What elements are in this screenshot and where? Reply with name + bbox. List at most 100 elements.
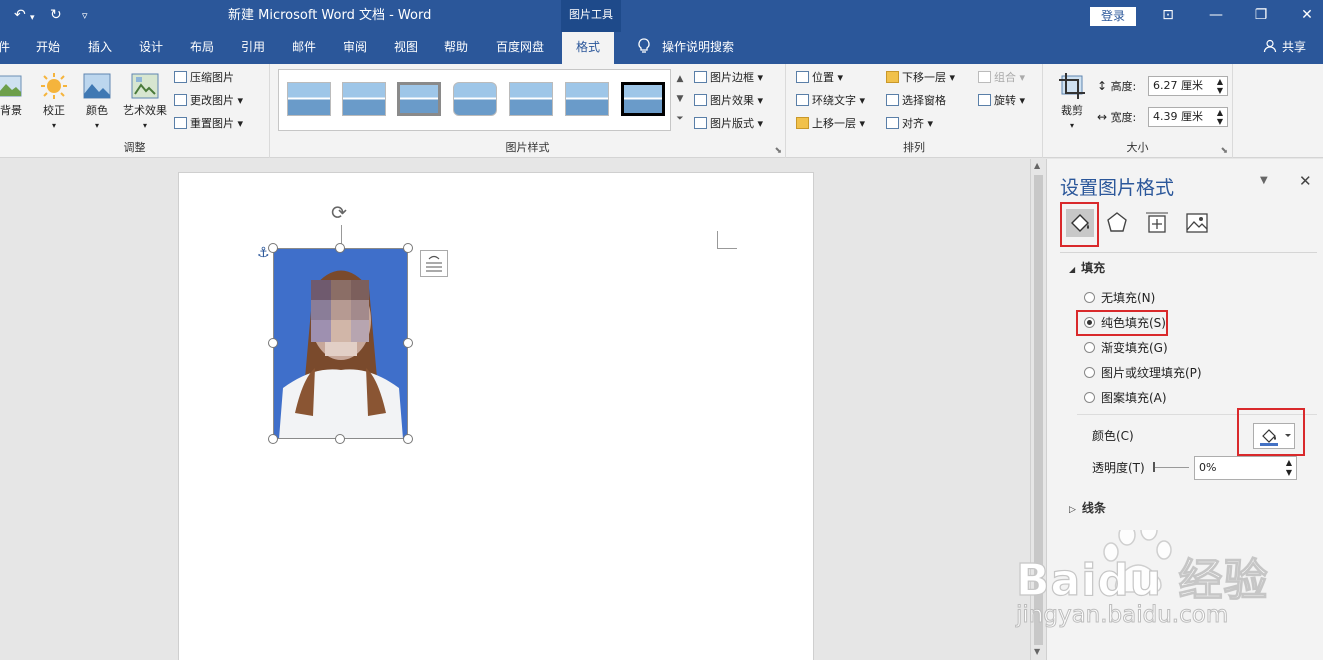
picture-texture-fill-option[interactable]: 图片或纹理填充(P): [1084, 364, 1202, 382]
style-thumb-3[interactable]: [397, 82, 441, 116]
resize-handle-top-right[interactable]: [403, 243, 413, 253]
scroll-up-icon[interactable]: ▲: [1034, 161, 1040, 170]
style-thumb-5[interactable]: [509, 82, 553, 116]
compress-pictures-button[interactable]: 压缩图片: [174, 68, 234, 88]
pattern-fill-radio[interactable]: [1084, 392, 1095, 403]
tab-format[interactable]: 格式: [562, 32, 615, 64]
group-objects-button[interactable]: 组合 ▾: [978, 68, 1025, 88]
tab-view[interactable]: 视图: [394, 32, 418, 64]
gradient-fill-radio[interactable]: [1084, 342, 1095, 353]
height-spinner-icon[interactable]: ▲ ▼: [1217, 77, 1223, 95]
rotate-button[interactable]: 旋转 ▾: [978, 91, 1025, 111]
tell-me-search[interactable]: 操作说明搜索: [662, 32, 734, 64]
picture-border-button[interactable]: 图片边框 ▾: [694, 68, 763, 88]
pane-options-icon[interactable]: ▼: [1260, 175, 1268, 186]
picture-border-label: 图片边框: [710, 71, 754, 84]
tab-home[interactable]: 开始: [36, 32, 60, 64]
ribbon: 背景 校正 ▾ 颜色 ▾ 艺术效果 ▾ 压缩图片 更改图片 ▾ 重置图片 ▾ 调整: [0, 64, 1323, 158]
position-label: 位置: [812, 71, 834, 84]
reset-picture-button[interactable]: 重置图片 ▾: [174, 114, 243, 134]
gallery-up-icon[interactable]: ▲: [671, 69, 689, 89]
gradient-fill-option[interactable]: 渐变填充(G): [1084, 339, 1168, 357]
send-backward-button[interactable]: 下移一层 ▾: [886, 68, 955, 88]
wrap-text-button[interactable]: 环绕文字 ▾: [796, 91, 865, 111]
selection-pane-button[interactable]: 选择窗格: [886, 91, 946, 111]
align-button[interactable]: 对齐 ▾: [886, 114, 933, 134]
rotate-handle-icon[interactable]: ⟳: [331, 202, 347, 224]
tab-references[interactable]: 引用: [241, 32, 265, 64]
styles-dialog-launcher-icon[interactable]: ⬊: [774, 146, 782, 156]
transparency-input[interactable]: 0% ▲ ▼: [1194, 456, 1297, 480]
pattern-fill-option[interactable]: 图案填充(A): [1084, 389, 1167, 407]
transparency-slider-thumb[interactable]: [1153, 462, 1155, 472]
picture-layout-button[interactable]: 图片版式 ▾: [694, 114, 763, 134]
resize-handle-bottom-left[interactable]: [268, 434, 278, 444]
transparency-slider[interactable]: [1153, 467, 1189, 468]
picture-effects-button[interactable]: 图片效果 ▾: [694, 91, 763, 111]
gallery-scroll[interactable]: ▲ ▼ ⏷: [671, 69, 689, 131]
restore-icon[interactable]: ❐: [1250, 5, 1272, 25]
change-picture-button[interactable]: 更改图片 ▾: [174, 91, 243, 111]
resize-handle-right[interactable]: [403, 338, 413, 348]
width-label: 宽度:: [1110, 111, 1137, 124]
tab-mailings[interactable]: 邮件: [292, 32, 316, 64]
pane-close-icon[interactable]: ✕: [1299, 172, 1312, 190]
width-input[interactable]: 4.39 厘米 ▲ ▼: [1148, 107, 1228, 127]
minimize-icon[interactable]: —: [1205, 5, 1227, 25]
tab-layout[interactable]: 布局: [190, 32, 214, 64]
close-icon[interactable]: ✕: [1296, 5, 1318, 25]
tab-design[interactable]: 设计: [139, 32, 163, 64]
no-fill-radio[interactable]: [1084, 292, 1095, 303]
tab-review[interactable]: 审阅: [343, 32, 367, 64]
document-page[interactable]: ⚓ ⟳: [178, 172, 814, 660]
selection-frame: [273, 248, 408, 439]
group-objects-icon: [978, 71, 991, 83]
picture-tab[interactable]: [1183, 209, 1211, 237]
resize-handle-top[interactable]: [335, 243, 345, 253]
ribbon-display-options-icon[interactable]: ⊡: [1157, 5, 1179, 25]
redo-icon[interactable]: ↻: [50, 6, 62, 24]
layout-options-icon[interactable]: [420, 250, 448, 277]
tab-help[interactable]: 帮助: [444, 32, 468, 64]
style-thumb-2[interactable]: [342, 82, 386, 116]
position-button[interactable]: 位置 ▾: [796, 68, 843, 88]
no-fill-option[interactable]: 无填充(N): [1084, 289, 1155, 307]
pane-divider: [1060, 252, 1317, 253]
bring-forward-button[interactable]: 上移一层 ▾: [796, 114, 865, 134]
resize-handle-left[interactable]: [268, 338, 278, 348]
effects-tab[interactable]: [1103, 209, 1131, 237]
picture-texture-fill-radio[interactable]: [1084, 367, 1095, 378]
size-dialog-launcher-icon[interactable]: ⬊: [1220, 146, 1228, 156]
customize-qat-icon[interactable]: ▿: [82, 7, 88, 25]
color-button[interactable]: 颜色 ▾: [80, 72, 114, 131]
gallery-more-icon[interactable]: ⏷: [671, 109, 689, 129]
tab-baidu-netdisk[interactable]: 百度网盘: [496, 32, 544, 64]
gallery-down-icon[interactable]: ▼: [671, 89, 689, 109]
line-section-header[interactable]: ▷ 线条: [1069, 499, 1106, 516]
gradient-fill-label: 渐变填充(G): [1101, 341, 1168, 355]
tab-insert[interactable]: 插入: [88, 32, 112, 64]
fill-section-header[interactable]: ◢ 填充: [1069, 259, 1105, 276]
undo-icon[interactable]: ↶: [14, 6, 26, 24]
resize-handle-bottom-right[interactable]: [403, 434, 413, 444]
no-fill-label: 无填充(N): [1101, 291, 1156, 305]
resize-handle-top-left[interactable]: [268, 243, 278, 253]
style-thumb-1[interactable]: [287, 82, 331, 116]
remove-background-button[interactable]: 背景: [0, 72, 26, 118]
undo-dropdown-icon[interactable]: ▾: [30, 9, 35, 27]
transparency-spinner-icon[interactable]: ▲ ▼: [1286, 458, 1292, 478]
crop-button[interactable]: 裁剪 ▾: [1055, 72, 1089, 131]
height-input[interactable]: 6.27 厘米 ▲ ▼: [1148, 76, 1228, 96]
style-thumb-4[interactable]: [453, 82, 497, 116]
share-button[interactable]: 共享: [1282, 32, 1306, 64]
corrections-button[interactable]: 校正 ▾: [36, 72, 72, 131]
tab-file[interactable]: 件: [0, 32, 10, 64]
login-button[interactable]: 登录: [1090, 7, 1136, 26]
layout-properties-tab[interactable]: [1143, 209, 1171, 237]
style-thumb-7[interactable]: [621, 82, 665, 116]
width-spinner-icon[interactable]: ▲ ▼: [1217, 108, 1223, 126]
artistic-effects-button[interactable]: 艺术效果 ▾: [118, 72, 172, 131]
resize-handle-bottom[interactable]: [335, 434, 345, 444]
person-icon[interactable]: [1263, 32, 1277, 64]
style-thumb-6[interactable]: [565, 82, 609, 116]
